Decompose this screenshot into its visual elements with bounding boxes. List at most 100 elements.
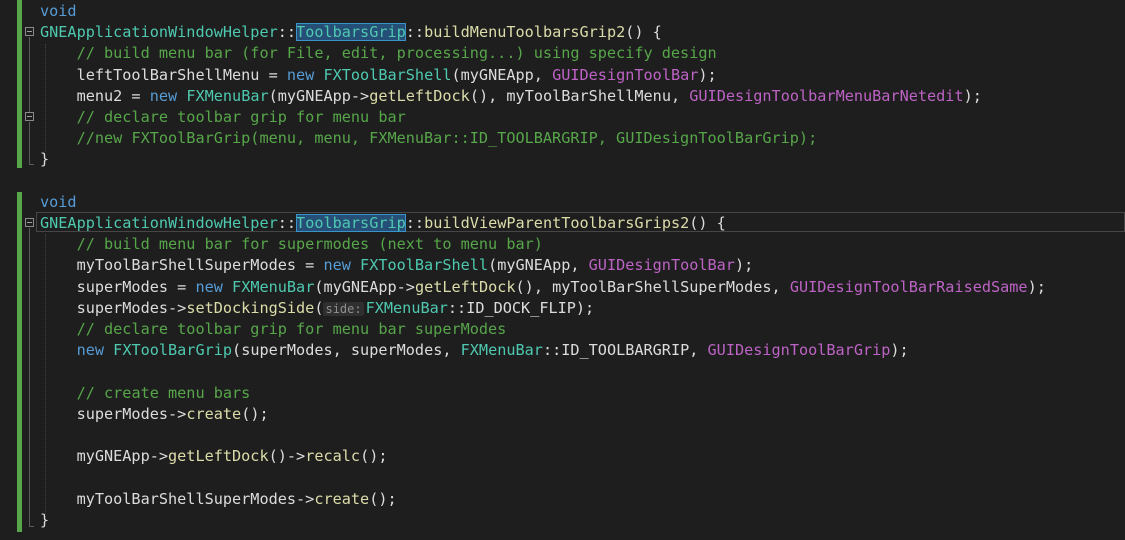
code-text: (myGNEApp,: [488, 256, 589, 275]
code-text: (myGNEApp->: [314, 277, 415, 296]
function-token: getLeftDock: [369, 86, 470, 105]
fold-guide: [29, 228, 30, 526]
function-token: setDockingSide: [186, 298, 315, 317]
code-text: ::ID_TOOLBARGRIP,: [542, 341, 708, 360]
code-line[interactable]: superModes->create();: [40, 404, 269, 425]
keyword-token: void: [40, 192, 77, 211]
code-text: myToolBarShellSuperModes =: [40, 256, 324, 275]
macro-token: GUIDesignToolbarMenuBarNetedit: [689, 86, 964, 105]
keyword-token: new: [195, 277, 223, 296]
code-text: (), myToolBarShellSuperModes,: [515, 277, 790, 296]
type-token: GNEApplicationWindowHelper: [40, 214, 278, 232]
code-text: }: [40, 150, 50, 169]
code-text: );: [890, 341, 909, 360]
code-line[interactable]: }: [40, 149, 49, 170]
macro-token: GUIDesignToolBar: [588, 256, 735, 275]
fold-collapse-icon[interactable]: [25, 112, 34, 121]
code-text: () {: [625, 23, 662, 42]
highlighted-reference: ToolbarsGrip: [296, 214, 406, 232]
code-text: superModes->: [40, 404, 187, 423]
comment-token: // declare toolbar grip for menu bar: [76, 108, 406, 126]
code-line[interactable]: // build menu bar for supermodes (next t…: [40, 234, 543, 255]
code-line[interactable]: superModes = new FXMenuBar(myGNEApp->get…: [40, 277, 1046, 298]
change-indicator-bar: [17, 0, 22, 168]
code-text: myGNEApp->: [40, 447, 169, 466]
fold-collapse-icon[interactable]: [25, 27, 34, 36]
code-text: ();: [369, 489, 397, 508]
keyword-token: void: [40, 2, 77, 20]
type-token: FXToolBarGrip: [113, 341, 233, 360]
fold-guide: [29, 37, 30, 115]
code-line[interactable]: // build menu bar (for File, edit, proce…: [40, 43, 717, 64]
code-text: ::: [277, 214, 297, 232]
code-text: ::: [277, 23, 297, 42]
comment-token: //new FXToolBarGrip(menu, menu, FXMenuBa…: [76, 129, 818, 148]
comment-token: // create menu bars: [76, 383, 251, 402]
parameter-hint: side:: [323, 301, 364, 316]
code-text: }: [40, 510, 50, 529]
code-text: ();: [241, 404, 269, 423]
code-text: (myGNEApp->: [268, 86, 370, 105]
code-text: ::: [405, 214, 425, 232]
type-token: FXToolBarShell: [360, 256, 489, 275]
code-text: leftToolBarShellMenu =: [40, 65, 287, 84]
code-line[interactable]: }: [40, 510, 49, 531]
code-text: ::ID_DOCK_FLIP);: [447, 298, 595, 317]
change-indicator-bar: [17, 192, 22, 532]
code-text: );: [698, 65, 717, 84]
code-text: );: [734, 256, 754, 275]
macro-token: GUIDesignToolBar: [552, 65, 699, 84]
code-line[interactable]: myToolBarShellSuperModes = new FXToolBar…: [40, 255, 754, 276]
fold-collapse-icon[interactable]: [25, 218, 34, 227]
code-line[interactable]: GNEApplicationWindowHelper::ToolbarsGrip…: [40, 213, 726, 234]
code-text: ()->: [268, 447, 306, 466]
code-line[interactable]: // declare toolbar grip for menu bar: [40, 107, 406, 128]
code-line[interactable]: //new FXToolBarGrip(menu, menu, FXMenuBa…: [40, 128, 818, 149]
code-text: superModes =: [40, 277, 196, 296]
code-line[interactable]: myGNEApp->getLeftDock()->recalc();: [40, 446, 388, 467]
code-line[interactable]: menu2 = new FXMenuBar(myGNEApp->getLeftD…: [40, 86, 982, 107]
code-editor[interactable]: void GNEApplicationWindowHelper::Toolbars…: [0, 0, 1125, 540]
function-token: create: [186, 404, 242, 423]
fold-end-marker: [29, 526, 34, 527]
keyword-token: new: [286, 65, 315, 84]
type-token: FXMenuBar: [365, 298, 448, 317]
code-text: myToolBarShellSuperModes->: [40, 489, 315, 508]
type-token: GNEApplicationWindowHelper: [40, 23, 278, 42]
function-token: recalc: [305, 447, 361, 466]
code-text: (superModes, superModes,: [232, 341, 461, 360]
code-text: (), myToolBarShellMenu,: [469, 86, 690, 105]
type-token: FXToolBarShell: [323, 65, 452, 84]
type-token: FXMenuBar: [232, 277, 315, 296]
code-line[interactable]: void: [40, 1, 77, 22]
macro-token: GUIDesignToolBarGrip: [707, 341, 891, 360]
code-line[interactable]: // create menu bars: [40, 383, 251, 404]
code-text: menu2 =: [40, 86, 150, 105]
code-text: ::: [405, 23, 425, 42]
code-line[interactable]: myToolBarShellSuperModes->create();: [40, 489, 397, 510]
type-token: FXMenuBar: [460, 341, 543, 360]
code-text: );: [1027, 277, 1046, 296]
code-line[interactable]: void: [40, 192, 77, 213]
fold-end-marker: [29, 164, 34, 165]
code-text: );: [963, 86, 982, 105]
code-line[interactable]: new FXToolBarGrip(superModes, superModes…: [40, 340, 909, 361]
function-token: create: [314, 489, 370, 508]
code-line[interactable]: // declare toolbar grip for menu bar sup…: [40, 319, 507, 340]
macro-token: GUIDesignToolBarRaisedSame: [789, 277, 1028, 296]
code-line[interactable]: leftToolBarShellMenu = new FXToolBarShel…: [40, 65, 717, 86]
function-token: getLeftDock: [414, 277, 516, 296]
code-text: () {: [689, 214, 726, 232]
comment-token: // build menu bar for supermodes (next t…: [76, 235, 543, 254]
code-line[interactable]: GNEApplicationWindowHelper::ToolbarsGrip…: [40, 22, 662, 43]
highlighted-reference: ToolbarsGrip: [296, 23, 406, 42]
code-line[interactable]: superModes->setDockingSide(side: FXMenuBa…: [40, 298, 595, 319]
